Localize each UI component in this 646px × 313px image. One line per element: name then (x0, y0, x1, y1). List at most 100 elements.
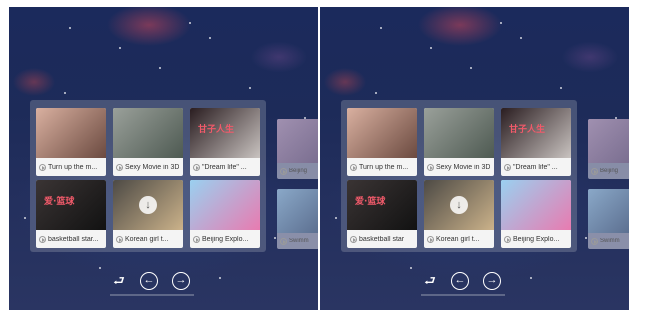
video-thumbnail: 爱·篮球 (36, 180, 106, 230)
video-thumbnail (277, 119, 318, 163)
video-title: Sexy Movie in 3D (436, 163, 491, 171)
thumbnail-text: 爱·篮球 (355, 197, 386, 207)
star-decoration (189, 22, 191, 24)
star-decoration (64, 92, 66, 94)
star-decoration (335, 217, 337, 219)
video-thumbnail (190, 180, 260, 230)
video-caption: basketball star... (36, 230, 106, 248)
arrow-right-circle-icon[interactable]: → (483, 272, 501, 290)
video-thumbnail (277, 189, 318, 233)
arrow-left-circle-icon[interactable]: ← (451, 272, 469, 290)
video-caption: Sexy Movie in 3D (113, 158, 183, 176)
next-page-video-tile[interactable]: Swimm (277, 189, 318, 249)
video-tile[interactable]: Beijing Explo... (501, 180, 571, 248)
video-tile[interactable]: ↓ Korean girl t... (113, 180, 183, 248)
video-caption: Sexy Movie in 3D (424, 158, 494, 176)
video-thumbnail: 甘子人生 (501, 108, 571, 158)
video-title: Swimm (600, 238, 620, 244)
star-decoration (585, 237, 587, 239)
star-decoration (520, 37, 522, 39)
video-caption: "Dream life" ... (501, 158, 571, 176)
download-icon[interactable]: ↓ (450, 196, 468, 214)
video-thumbnail: 甘子人生 (190, 108, 260, 158)
play-icon (504, 163, 511, 171)
arrow-left-circle-icon[interactable]: ← (140, 272, 158, 290)
star-decoration (69, 27, 71, 29)
video-tile[interactable]: 甘子人生 "Dream life" ... (501, 108, 571, 176)
video-title: Turn up the m... (48, 163, 98, 171)
play-icon (504, 235, 511, 243)
video-thumbnail (588, 119, 629, 163)
video-title: Korean girl t... (125, 235, 169, 243)
video-title: Beijing Explo... (202, 235, 249, 243)
star-decoration (99, 267, 101, 269)
download-icon[interactable]: ↓ (139, 196, 157, 214)
star-decoration (219, 277, 221, 279)
video-thumbnail: ↓ (113, 180, 183, 230)
video-thumbnail (501, 180, 571, 230)
control-bar-highlight (421, 294, 505, 296)
next-page-video-tile[interactable]: Beijing (277, 119, 318, 179)
play-icon (193, 235, 200, 243)
video-caption: "Dream life" ... (190, 158, 260, 176)
video-caption: Beijing Explo... (501, 230, 571, 248)
star-decoration (500, 22, 502, 24)
video-caption: Korean girl t... (113, 230, 183, 248)
video-title: Turn up the m... (359, 163, 409, 171)
video-caption: Korean girl t... (424, 230, 494, 248)
video-tile[interactable]: 爱·篮球 basketball star... (36, 180, 106, 248)
thumbnail-text: 甘子人生 (198, 125, 235, 135)
video-tile[interactable]: ↓ Korean girl t... (424, 180, 494, 248)
video-tile[interactable]: Beijing Explo... (190, 180, 260, 248)
video-title: "Dream life" ... (202, 163, 247, 171)
video-thumbnail (36, 108, 106, 158)
star-decoration (159, 67, 161, 69)
star-decoration (209, 37, 211, 39)
star-decoration (249, 87, 251, 89)
star-decoration (530, 277, 532, 279)
return-arrow-icon[interactable]: ⮐ (421, 272, 439, 290)
video-thumbnail: 爱·篮球 (347, 180, 417, 230)
thumbnail-text: 爱·篮球 (44, 197, 75, 207)
play-icon (591, 237, 598, 245)
video-title: Sexy Movie in 3D (125, 163, 180, 171)
video-tile[interactable]: Turn up the m... (347, 108, 417, 176)
play-icon (193, 163, 200, 171)
play-icon (39, 235, 46, 243)
play-icon (280, 237, 287, 245)
play-icon (350, 235, 357, 243)
video-caption: Beijing (277, 163, 318, 179)
play-icon (591, 167, 598, 175)
video-title: "Dream life" ... (513, 163, 558, 171)
play-icon (39, 163, 46, 171)
video-tile[interactable]: Sexy Movie in 3D (424, 108, 494, 176)
navigation-controls: ⮐ ← → (413, 272, 508, 296)
video-tile[interactable]: 甘子人生 "Dream life" ... (190, 108, 260, 176)
play-icon (116, 235, 123, 243)
video-tile[interactable]: Turn up the m... (36, 108, 106, 176)
thumbnail-text: 甘子人生 (509, 125, 546, 135)
star-decoration (560, 87, 562, 89)
play-icon (427, 235, 434, 243)
play-icon (280, 167, 287, 175)
star-decoration (410, 267, 412, 269)
video-caption: Swimm (588, 233, 629, 249)
play-icon (427, 163, 434, 171)
next-page-video-tile[interactable]: Beijing (588, 119, 629, 179)
video-caption: Turn up the m... (36, 158, 106, 176)
star-decoration (274, 237, 276, 239)
video-title: Korean girl t... (436, 235, 480, 243)
right-eye-view: ⮐ ← → Turn up the m... Sexy Movie in 3D 甘子… (320, 7, 629, 310)
video-caption: Beijing Explo... (190, 230, 260, 248)
star-decoration (119, 47, 121, 49)
video-caption: Beijing (588, 163, 629, 179)
star-decoration (470, 67, 472, 69)
video-tile[interactable]: 爱·篮球 basketball star (347, 180, 417, 248)
video-title: Swimm (289, 238, 309, 244)
control-bar-highlight (110, 294, 194, 296)
video-thumbnail: ↓ (424, 180, 494, 230)
next-page-video-tile[interactable]: Swimm (588, 189, 629, 249)
arrow-right-circle-icon[interactable]: → (172, 272, 190, 290)
video-tile[interactable]: Sexy Movie in 3D (113, 108, 183, 176)
return-arrow-icon[interactable]: ⮐ (110, 272, 128, 290)
